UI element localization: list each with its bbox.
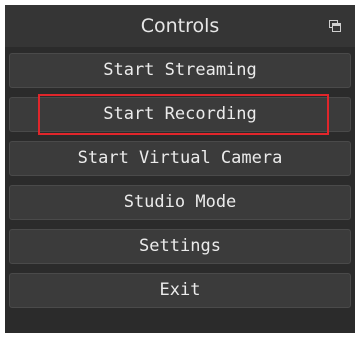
settings-button[interactable]: Settings	[9, 229, 351, 264]
dock-title-bar[interactable]: Controls	[5, 5, 355, 47]
start-streaming-button[interactable]: Start Streaming	[9, 53, 351, 88]
start-virtual-camera-button[interactable]: Start Virtual Camera	[9, 141, 351, 176]
float-dock-icon[interactable]	[329, 20, 341, 32]
controls-panel: Controls Start Streaming Start Recording…	[5, 5, 355, 333]
start-recording-button[interactable]: Start Recording	[9, 97, 351, 132]
controls-dock: Controls Start Streaming Start Recording…	[0, 0, 361, 338]
exit-button[interactable]: Exit	[9, 273, 351, 308]
studio-mode-button[interactable]: Studio Mode	[9, 185, 351, 220]
dock-title: Controls	[140, 15, 220, 37]
